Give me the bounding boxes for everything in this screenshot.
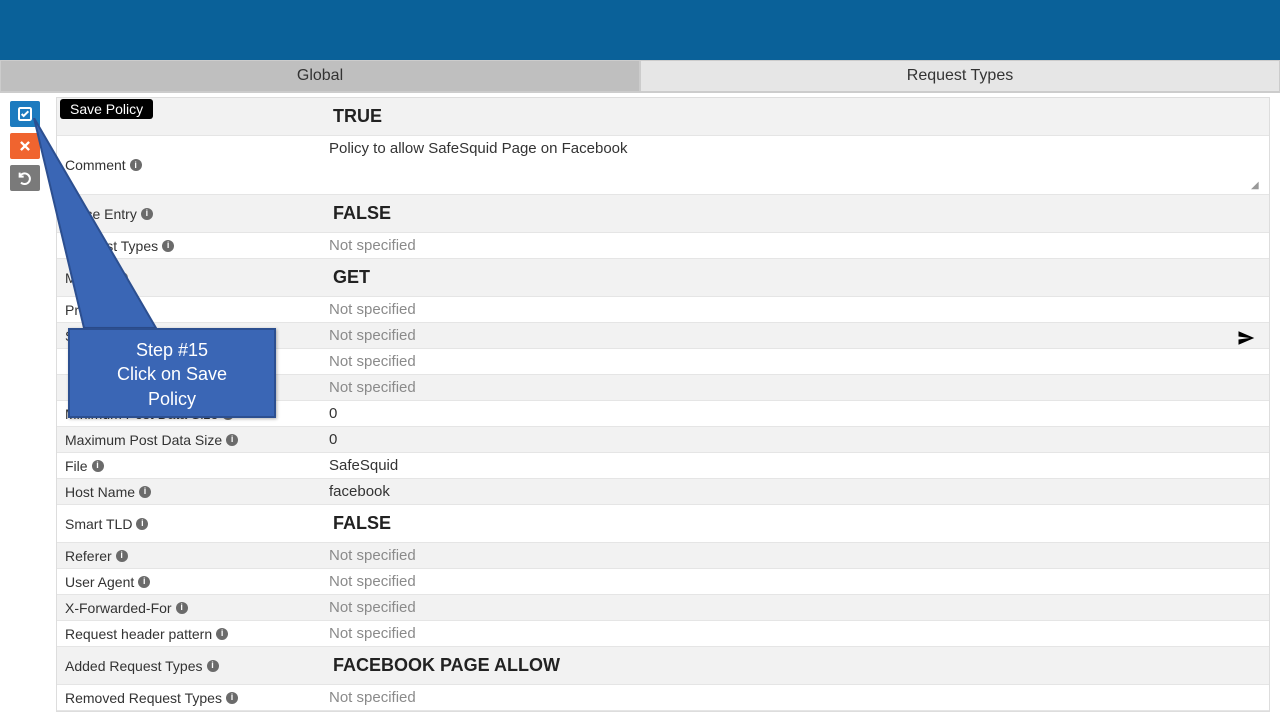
form-row: ProtocoliNot specified <box>57 297 1269 323</box>
field-label-text: User Agent <box>65 574 134 590</box>
field-label: Filei <box>57 453 315 478</box>
field-label-text: Request header pattern <box>65 626 212 642</box>
field-label: Request header pattern i <box>57 621 315 646</box>
resize-handle-icon[interactable]: ◢ <box>1251 180 1261 190</box>
top-banner <box>0 0 1280 60</box>
field-value[interactable]: Not specified <box>315 685 1269 710</box>
field-value-text: facebook <box>329 483 390 500</box>
form-row: MethodiGET <box>57 259 1269 297</box>
form-row: Host Name i facebook <box>57 479 1269 505</box>
field-value-text: Not specified <box>329 379 416 396</box>
field-value[interactable]: facebook <box>315 479 1269 504</box>
field-value-text: Not specified <box>329 237 416 254</box>
instruction-callout: Step #15 Click on Save Policy <box>68 328 276 418</box>
form-row: TRUE <box>57 98 1269 136</box>
field-value[interactable]: TRUE <box>315 98 1269 135</box>
field-value-text: Not specified <box>329 625 416 642</box>
form-row: Removed Request Types i Not specified <box>57 685 1269 711</box>
field-value[interactable]: Not specified <box>315 233 1269 258</box>
field-value-text: Not specified <box>329 327 416 344</box>
info-icon[interactable]: i <box>207 660 219 672</box>
send-icon[interactable] <box>1237 329 1255 351</box>
field-value[interactable]: Not specified <box>315 375 1269 400</box>
field-label-text: Removed Request Types <box>65 690 222 706</box>
tab-request-types[interactable]: Request Types <box>640 60 1280 92</box>
field-label: Added Request Types i <box>57 647 315 684</box>
field-label-text: X-Forwarded-For <box>65 600 172 616</box>
callout-line-2: Click on Save <box>76 362 268 386</box>
field-value[interactable]: GET <box>315 259 1269 296</box>
callout-line-3: Policy <box>76 387 268 411</box>
field-label: Host Name i <box>57 479 315 504</box>
field-value-text: Not specified <box>329 547 416 564</box>
field-value[interactable]: Not specified <box>315 543 1269 568</box>
field-label-text: File <box>65 458 88 474</box>
form-row: Filei SafeSquid <box>57 453 1269 479</box>
field-value[interactable]: Policy to allow SafeSquid Page on Facebo… <box>315 136 1269 194</box>
field-value[interactable]: FACEBOOK PAGE ALLOW <box>315 647 1269 684</box>
form-row: User Agent i Not specified <box>57 569 1269 595</box>
info-icon[interactable]: i <box>216 628 228 640</box>
field-label: Removed Request Types i <box>57 685 315 710</box>
field-value-text: Policy to allow SafeSquid Page on Facebo… <box>329 140 628 157</box>
callout-arrow <box>26 118 226 348</box>
field-value-text: FALSE <box>333 513 391 533</box>
field-value[interactable]: 0 <box>315 401 1269 426</box>
field-value-text: Not specified <box>329 301 416 318</box>
field-value-text: 0 <box>329 405 337 422</box>
field-label: Maximum Post Data Size i <box>57 427 315 452</box>
field-value[interactable]: FALSE <box>315 505 1269 542</box>
save-tooltip: Save Policy <box>60 99 153 119</box>
field-value[interactable]: Not specified <box>315 569 1269 594</box>
field-value[interactable]: Not specified <box>315 621 1269 646</box>
field-label: Smart TLD i <box>57 505 315 542</box>
field-label: X-Forwarded-For i <box>57 595 315 620</box>
field-value-text: Not specified <box>329 599 416 616</box>
form-row: Request header pattern i Not specified <box>57 621 1269 647</box>
form-row: Maximum Post Data Size i 0 <box>57 427 1269 453</box>
tab-global[interactable]: Global <box>0 60 640 92</box>
callout-line-1: Step #15 <box>76 338 268 362</box>
field-value[interactable]: SafeSquid <box>315 453 1269 478</box>
field-label-text: Maximum Post Data Size <box>65 432 222 448</box>
tabs-bar: Global Request Types <box>0 60 1280 93</box>
field-value-text: FALSE <box>333 203 391 223</box>
field-value-text: GET <box>333 267 370 287</box>
field-value[interactable]: Not specified <box>315 349 1269 374</box>
info-icon[interactable]: i <box>138 576 150 588</box>
field-value-text: Not specified <box>329 689 416 706</box>
field-label-text: Host Name <box>65 484 135 500</box>
field-value-text: SafeSquid <box>329 457 398 474</box>
info-icon[interactable]: i <box>136 518 148 530</box>
form-row: CommentiPolicy to allow SafeSquid Page o… <box>57 136 1269 195</box>
field-value[interactable]: FALSE <box>315 195 1269 232</box>
info-icon[interactable]: i <box>139 486 151 498</box>
field-value-text: Not specified <box>329 353 416 370</box>
field-value[interactable]: 0 <box>315 427 1269 452</box>
form-row: Request TypesiNot specified <box>57 233 1269 259</box>
form-row: Referer i Not specified <box>57 543 1269 569</box>
info-icon[interactable]: i <box>92 460 104 472</box>
field-value[interactable]: Not specified <box>315 297 1269 322</box>
field-value[interactable]: Not specified <box>315 323 1269 348</box>
form-row: Trace EntryiFALSE <box>57 195 1269 233</box>
field-value-text: 0 <box>329 431 337 448</box>
field-label-text: Added Request Types <box>65 658 203 674</box>
field-label-text: Smart TLD <box>65 516 132 532</box>
field-label: User Agent i <box>57 569 315 594</box>
info-icon[interactable]: i <box>226 434 238 446</box>
field-value[interactable]: Not specified <box>315 595 1269 620</box>
form-row: X-Forwarded-For i Not specified <box>57 595 1269 621</box>
field-value-text: Not specified <box>329 573 416 590</box>
form-row: Smart TLD i FALSE <box>57 505 1269 543</box>
info-icon[interactable]: i <box>176 602 188 614</box>
field-value-text: FACEBOOK PAGE ALLOW <box>333 655 560 675</box>
info-icon[interactable]: i <box>226 692 238 704</box>
field-label: Referer i <box>57 543 315 568</box>
form-row: Added Request Types i FACEBOOK PAGE ALLOW <box>57 647 1269 685</box>
field-value-text: TRUE <box>333 106 382 126</box>
info-icon[interactable]: i <box>116 550 128 562</box>
field-label-text: Referer <box>65 548 112 564</box>
